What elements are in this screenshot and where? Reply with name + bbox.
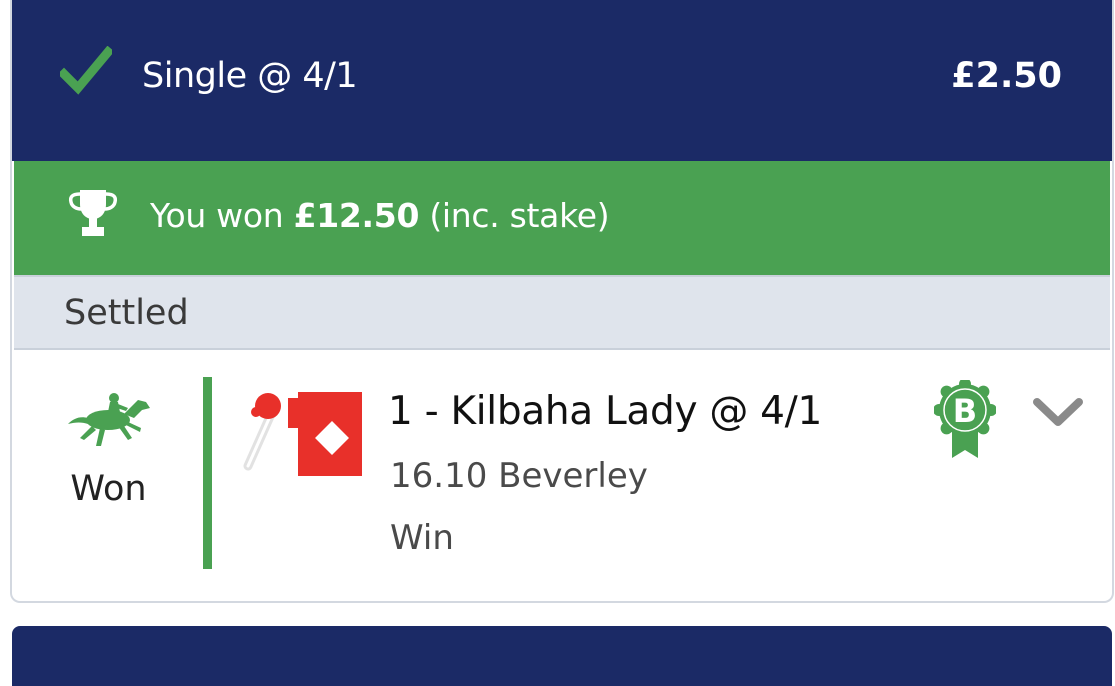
selection-name: 1 - Kilbaha Lady @ 4/1 [388, 389, 823, 434]
boost-badge-icon: B [934, 380, 996, 458]
bet-card: Single @ 4/1 £2.50 You won £12.50 (inc. … [12, 0, 1112, 601]
stake-amount: £2.50 [951, 56, 1062, 96]
win-prefix: You won [150, 196, 284, 235]
chevron-down-icon[interactable] [1032, 396, 1084, 430]
boost-badge-letter: B [953, 392, 977, 430]
trophy-icon [68, 190, 118, 236]
status-bar: Settled [14, 275, 1110, 350]
horse-racing-icon [68, 393, 150, 446]
result-label: Won [70, 469, 147, 509]
status-label: Settled [64, 293, 189, 333]
bet-type-label: Single @ 4/1 [142, 56, 358, 96]
next-bet-card-header [12, 626, 1112, 686]
selection-row[interactable]: Won 1 - Kilbaha Lady @ 4/1 16.10 Beverle… [12, 350, 1112, 601]
event-name: 16.10 Beverley [390, 456, 648, 496]
check-icon [60, 46, 112, 95]
result-stripe [203, 377, 212, 569]
win-banner: You won £12.50 (inc. stake) [14, 161, 1110, 275]
win-amount: £12.50 [293, 196, 420, 235]
win-message: You won £12.50 (inc. stake) [150, 191, 610, 241]
win-suffix: (inc. stake) [429, 196, 610, 235]
jockey-silks-icon [243, 392, 362, 476]
market-name: Win [390, 518, 454, 558]
bet-header: Single @ 4/1 £2.50 [12, 0, 1112, 161]
